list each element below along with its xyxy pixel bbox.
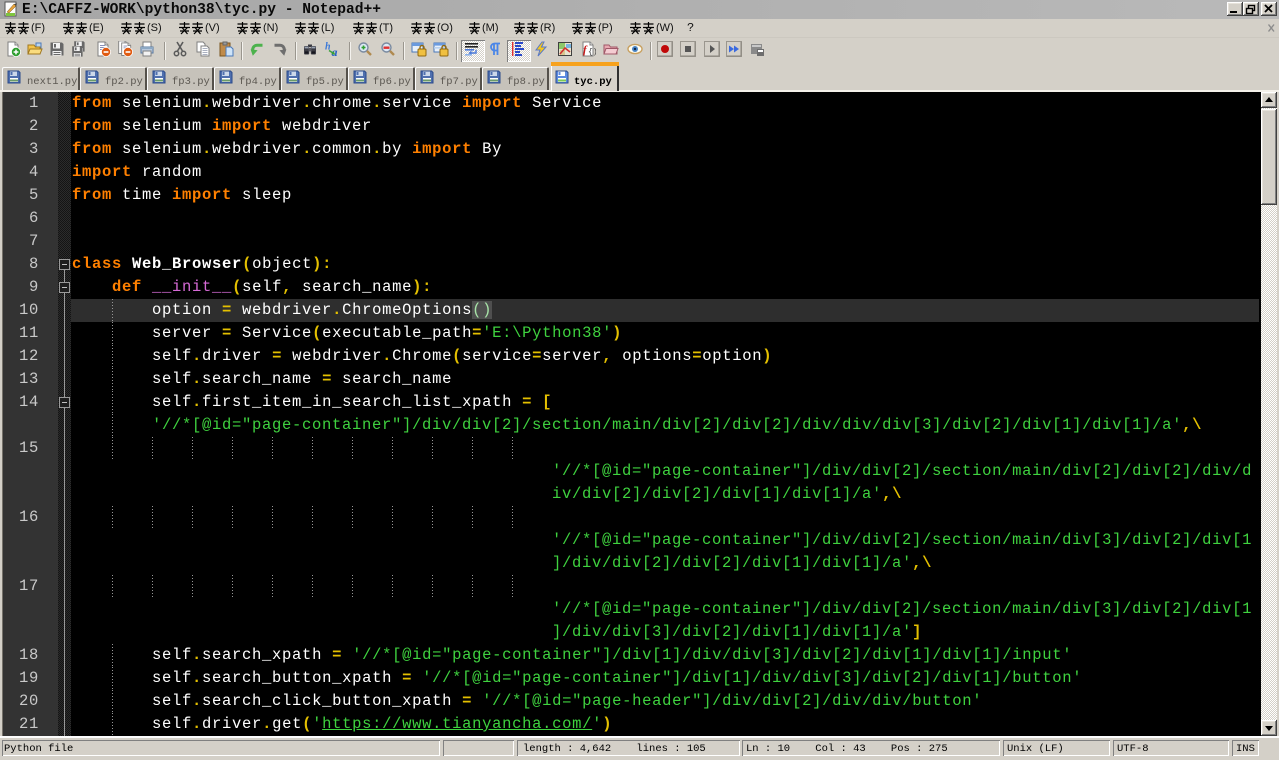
- svg-text:{): {): [588, 48, 596, 57]
- svg-text:a: a: [332, 45, 338, 57]
